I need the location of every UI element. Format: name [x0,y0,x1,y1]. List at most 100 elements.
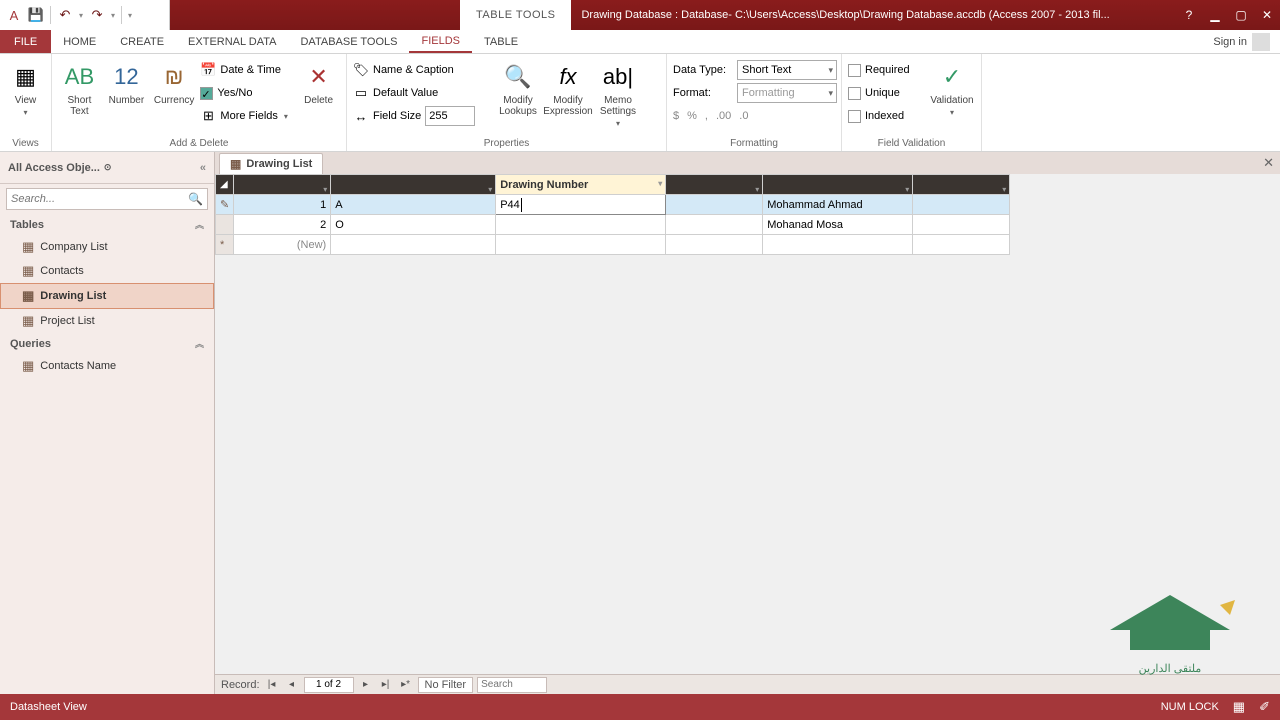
comma-format-icon[interactable]: , [705,110,708,122]
cell[interactable]: Mohanad Mosa [763,215,913,235]
maximize-button[interactable]: ▢ [1228,0,1254,30]
tab-table[interactable]: TABLE [472,30,530,53]
cell[interactable]: Mohammad Ahmad [763,195,913,215]
cell[interactable] [496,215,666,235]
modify-expression-button[interactable]: fxModify Expression [545,59,591,119]
nav-item-contacts-name[interactable]: ▦Contacts Name [0,354,214,378]
next-record-button[interactable]: ▸ [358,679,374,690]
qat-customize-icon[interactable]: ▾ [128,11,132,20]
select-all-cell[interactable]: ◢ [216,175,234,195]
column-header[interactable]: ▾ [763,175,913,195]
field-size-label: Field Size [373,110,421,122]
column-header[interactable]: ▾ [666,175,763,195]
yes-no-button[interactable]: ✓Yes/No [200,82,293,104]
nav-item-drawing-list[interactable]: ▦Drawing List [0,283,214,309]
tab-create[interactable]: CREATE [108,30,176,53]
collapse-icon[interactable]: ︽ [195,218,204,231]
view-button[interactable]: ▦ View ▾ [6,59,45,119]
first-record-button[interactable]: |◂ [264,679,280,690]
percent-format-icon[interactable]: % [687,110,697,122]
doc-tab-drawing-list[interactable]: ▦Drawing List [219,153,323,174]
cell-new[interactable]: (New) [234,235,331,255]
nav-item-project-list[interactable]: ▦Project List [0,309,214,333]
number-button[interactable]: 12Number [105,59,148,108]
cell[interactable] [913,235,1010,255]
undo-icon[interactable]: ↶ [57,7,73,23]
more-fields-button[interactable]: ⊞More Fields▾ [200,105,293,127]
table-row[interactable]: 2 O Mohanad Mosa [216,215,1010,235]
column-header[interactable]: ▾ [234,175,331,195]
decrease-decimals-icon[interactable]: .0 [739,110,748,122]
currency-button[interactable]: ₪Currency [152,59,197,108]
nav-collapse-icon[interactable]: « [200,162,206,174]
nav-item-contacts[interactable]: ▦Contacts [0,259,214,283]
column-header[interactable]: ▾ [913,175,1010,195]
sign-in-link[interactable]: Sign in [1203,30,1280,53]
cell[interactable] [763,235,913,255]
column-header-drawing-number[interactable]: Drawing Number▾ [496,175,666,195]
cell[interactable]: A [331,195,496,215]
close-button[interactable]: ✕ [1254,0,1280,30]
help-button[interactable]: ? [1176,0,1202,30]
nav-header[interactable]: All Access Obje...⊙« [0,152,214,184]
cell[interactable] [913,215,1010,235]
required-checkbox[interactable]: Required [848,59,925,81]
datasheet-view-icon[interactable]: ▦ [1233,699,1245,715]
tab-file[interactable]: FILE [0,30,51,53]
default-value-button[interactable]: ▭Default Value [353,82,491,104]
design-view-icon[interactable]: ✐ [1259,699,1270,715]
save-icon[interactable]: 💾 [28,7,44,23]
prev-record-button[interactable]: ◂ [284,679,300,690]
nav-category-tables[interactable]: Tables︽ [0,214,214,235]
modify-lookups-button[interactable]: 🔍Modify Lookups [495,59,541,119]
cell[interactable]: 1 [234,195,331,215]
tab-external-data[interactable]: EXTERNAL DATA [176,30,288,53]
tab-database-tools[interactable]: DATABASE TOOLS [288,30,409,53]
cell[interactable] [666,235,763,255]
tab-home[interactable]: HOME [51,30,108,53]
increase-decimals-icon[interactable]: .00 [716,110,731,122]
cell[interactable] [496,235,666,255]
name-caption-button[interactable]: 🏷Name & Caption [353,59,491,81]
currency-format-icon[interactable]: $ [673,110,679,122]
tab-fields[interactable]: FIELDS [409,30,472,53]
nav-category-queries[interactable]: Queries︽ [0,333,214,354]
cell[interactable] [666,215,763,235]
validation-icon: ✓ [936,61,968,93]
no-filter-label[interactable]: No Filter [418,677,474,693]
search-icon[interactable]: 🔍 [188,192,203,206]
cell[interactable]: 2 [234,215,331,235]
minimize-button[interactable]: ▁ [1202,0,1228,30]
default-icon: ▭ [353,85,369,101]
table-row[interactable]: ✎ 1 A P44 Mohammad Ahmad [216,195,1010,215]
redo-icon[interactable]: ↷ [89,7,105,23]
record-position-input[interactable] [304,677,354,693]
record-search-input[interactable] [477,677,547,693]
cell-editing[interactable]: P44 [496,195,666,215]
nav-item-company-list[interactable]: ▦Company List [0,235,214,259]
column-header[interactable]: ▾ [331,175,496,195]
date-time-button[interactable]: 📅Date & Time [200,59,293,81]
new-record-button[interactable]: ▸* [398,679,414,690]
field-size-input[interactable] [425,106,475,126]
cell[interactable] [331,235,496,255]
data-type-combo[interactable]: Short Text [737,60,837,80]
last-record-button[interactable]: ▸| [378,679,394,690]
table-row-new[interactable]: * (New) [216,235,1010,255]
doc-close-button[interactable]: ✕ [1263,155,1274,171]
cell[interactable]: O [331,215,496,235]
nav-search[interactable]: 🔍 [6,188,208,210]
memo-settings-button[interactable]: ab|Memo Settings▾ [595,59,641,130]
unique-checkbox[interactable]: Unique [848,82,925,104]
indexed-checkbox[interactable]: Indexed [848,105,925,127]
row-selector-editing[interactable]: ✎ [216,195,234,215]
short-text-button[interactable]: ABShort Text [58,59,101,119]
cell[interactable] [913,195,1010,215]
validation-button[interactable]: ✓Validation▾ [929,59,975,119]
row-selector-new[interactable]: * [216,235,234,255]
row-selector[interactable] [216,215,234,235]
cell[interactable] [666,195,763,215]
delete-button[interactable]: ✕Delete [297,59,340,108]
format-combo[interactable]: Formatting [737,83,837,103]
collapse-icon[interactable]: ︽ [195,337,204,350]
